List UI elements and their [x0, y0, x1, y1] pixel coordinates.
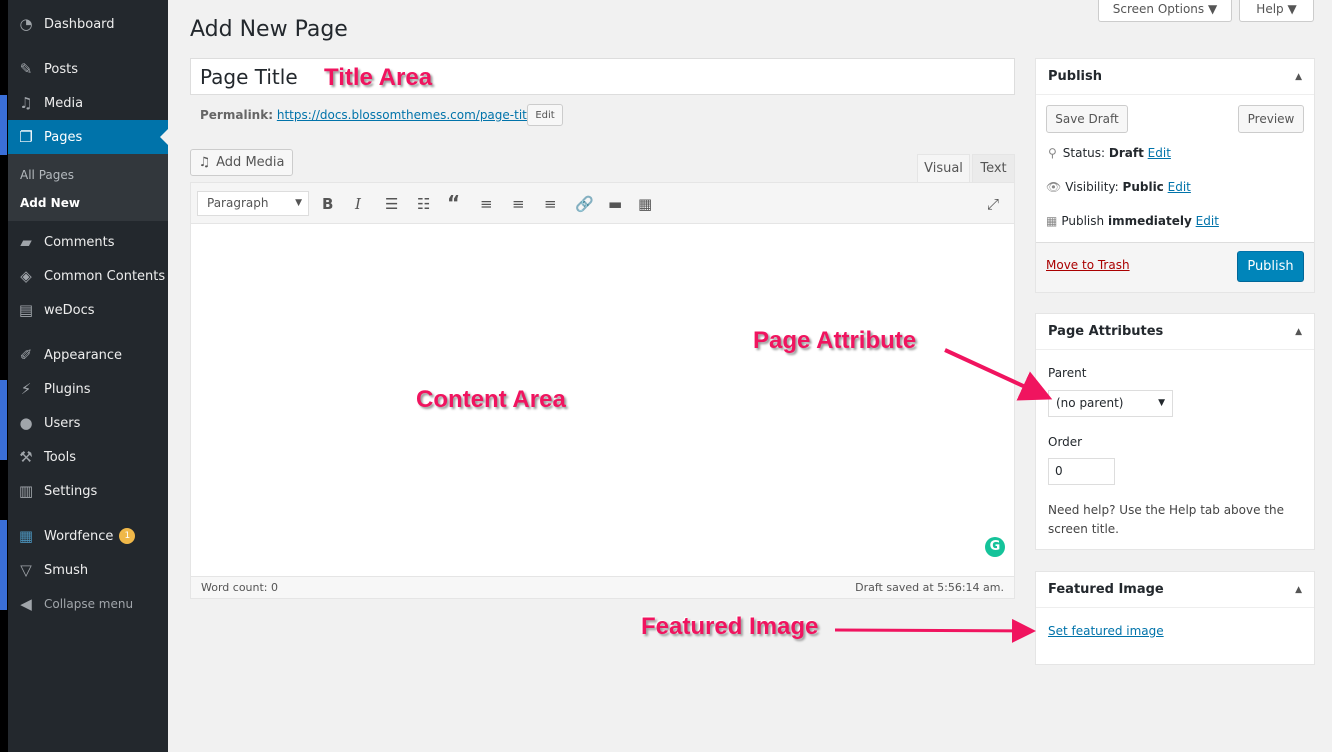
annotation-arrows — [834, 348, 1053, 643]
arrow-to-featured-image — [834, 618, 1036, 643]
arrow-to-parent — [944, 348, 1053, 401]
